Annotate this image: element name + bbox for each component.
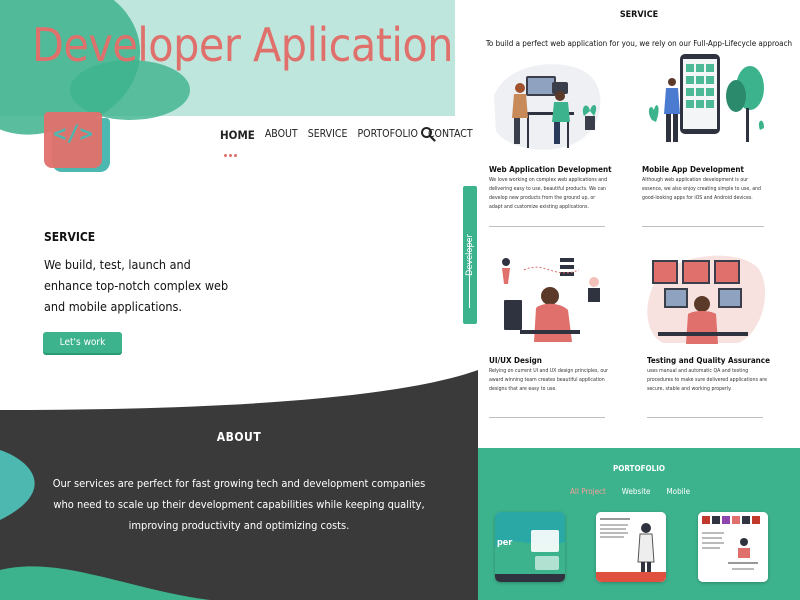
tab-website[interactable]: Website [622,487,651,496]
card-text-mobile: Although web application development is … [642,177,761,201]
portfolio-thumb-text: per [497,538,513,548]
nav-service[interactable]: SERVICE [308,128,348,142]
card-title-web: Web Application Development [489,165,612,174]
mobile-app-illustration [648,54,764,142]
card-divider [642,226,764,227]
service-description: We build, test, launch and enhance top-n… [44,257,229,314]
tab-all-project[interactable]: All Project [570,487,606,496]
portfolio-thumb-image [698,512,768,582]
portfolio-thumb[interactable]: per [495,512,565,582]
portfolio-thumb-image [596,512,666,582]
active-indicator [224,142,240,157]
page-title: Developer Aplication [32,18,453,72]
lets-work-button[interactable]: Let's work [43,332,122,353]
services-subheading: To build a perfect web application for y… [485,39,793,48]
card-divider [489,417,605,418]
portfolio-thumb[interactable] [698,512,768,582]
card-divider [489,226,605,227]
web-development-illustration [494,64,601,150]
card-title-testing: Testing and Quality Assurance [647,356,770,365]
portfolio-tabs: All Project Website Mobile [570,487,690,496]
tab-mobile[interactable]: Mobile [666,487,690,496]
card-text-testing: uses manual and automatic QA and testing… [647,368,767,392]
side-tab-label-wrap: Developer [463,186,477,324]
nav-portofolio[interactable]: PORTOFOLIO [357,128,417,142]
card-divider [647,417,763,418]
testing-illustration [647,255,766,344]
side-tab-rule [469,238,470,308]
code-icon: </> [53,122,93,147]
portfolio-section: PORTOFOLIO All Project Website Mobile pe… [478,448,800,600]
about-description: Our services are perfect for fast growin… [52,477,426,532]
portfolio-heading: PORTOFOLIO [612,464,665,473]
card-text-uiux: Relying on current UI and UX design prin… [489,368,609,392]
about-heading: ABOUT [216,430,262,444]
service-heading: SERVICE [44,230,96,244]
card-text-web: We love working on complex web applicati… [489,177,608,210]
nav-home[interactable]: HOME [220,128,255,142]
portfolio-thumb[interactable] [596,512,666,582]
nav-about[interactable]: ABOUT [265,128,298,142]
landing-page: Developer Aplication </> HOME ABOUT SERV… [0,0,478,600]
side-tab-label: Developer [465,234,475,276]
search-icon[interactable] [420,126,436,142]
card-title-mobile: Mobile App Development [642,165,744,174]
card-title-uiux: UI/UX Design [489,356,542,365]
services-heading: SERVICE [619,10,659,20]
ui-ux-illustration [502,258,600,342]
